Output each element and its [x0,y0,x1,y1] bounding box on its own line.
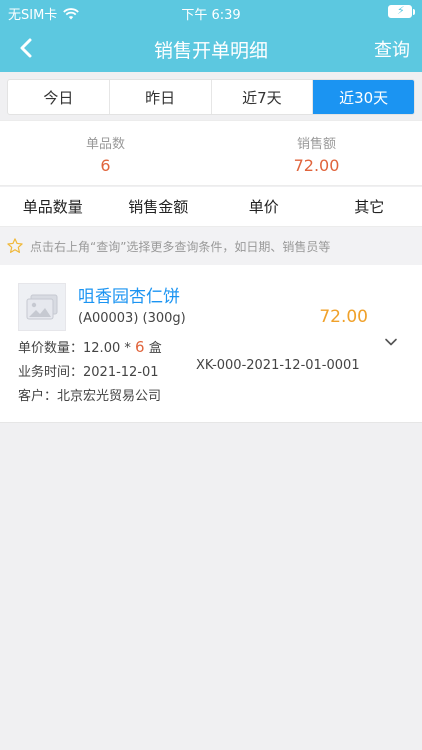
sort-by-amount[interactable]: 销售金额 [106,187,212,226]
biz-time-label: 业务时间： [18,365,84,380]
sort-by-quantity[interactable]: 单品数量 [0,187,106,226]
page-title: 销售开单明细 [153,40,268,62]
quantity-value: 6 [135,338,145,356]
tab-last-30-days[interactable]: 近30天 [313,80,414,114]
unit-qty-label: 单价数量： [18,341,84,356]
unit-value: 盒 [148,341,162,356]
image-placeholder-icon [26,294,58,320]
document-number: XK-000-2021-12-01-0001 [196,358,360,373]
hint-bar: 点击右上角“查询”选择更多查询条件，如日期、销售员等 [0,227,422,265]
item-count-label: 单品数 [85,137,125,152]
biz-time-line: 业务时间：2021-12-01 [18,361,159,380]
battery-icon: ⚡ [388,4,415,18]
sales-amount-label: 销售额 [296,137,336,152]
tab-yesterday[interactable]: 昨日 [110,80,212,114]
tab-today[interactable]: 今日 [8,80,110,114]
summary-panel: 单品数 6 销售额 72.00 [0,120,422,186]
star-icon [7,238,23,253]
customer-value: 北京宏光贸易公司 [57,389,162,404]
item-count-value: 6 [100,156,111,175]
sales-record-card[interactable]: 咀香园杏仁饼 (A00003) (300g) 72.00 单价数量：12.00 … [0,265,422,423]
times-sign: * [124,341,131,356]
app-header: 无SIM卡 下午 6:39 ⚡ 销售开单明细 查询 [0,0,422,72]
date-tabs: 今日 昨日 近7天 近30天 [7,79,415,115]
sort-by-unit-price[interactable]: 单价 [211,187,317,226]
customer-label: 客户： [18,389,58,404]
date-tabs-bar: 今日 昨日 近7天 近30天 [0,72,422,120]
query-button[interactable]: 查询 [374,36,410,62]
product-name[interactable]: 咀香园杏仁饼 [78,282,180,307]
product-code: (A00003) (300g) [78,311,186,326]
biz-time-value: 2021-12-01 [83,365,159,380]
sales-amount-value: 72.00 [293,156,340,175]
status-time: 下午 6:39 [181,8,241,23]
unit-price-value: 12.00 [83,341,121,356]
product-thumbnail [18,283,66,331]
hint-text: 点击右上角“查询”选择更多查询条件，如日期、销售员等 [30,239,331,254]
sort-bar: 单品数量 销售金额 单价 其它 [0,187,422,227]
sales-amount-summary: 销售额 72.00 [211,133,422,175]
status-bar: 无SIM卡 下午 6:39 ⚡ [0,0,422,24]
item-count-summary: 单品数 6 [0,133,211,175]
customer-line: 客户：北京宏光贸易公司 [18,385,161,404]
nav-bar: 销售开单明细 查询 [0,24,422,72]
chevron-down-icon[interactable] [384,335,398,349]
unit-qty-line: 单价数量：12.00 * 6 盒 [18,337,162,356]
record-amount: 72.00 [319,307,368,327]
tab-last-7-days[interactable]: 近7天 [212,80,314,114]
sort-by-other[interactable]: 其它 [317,187,422,226]
